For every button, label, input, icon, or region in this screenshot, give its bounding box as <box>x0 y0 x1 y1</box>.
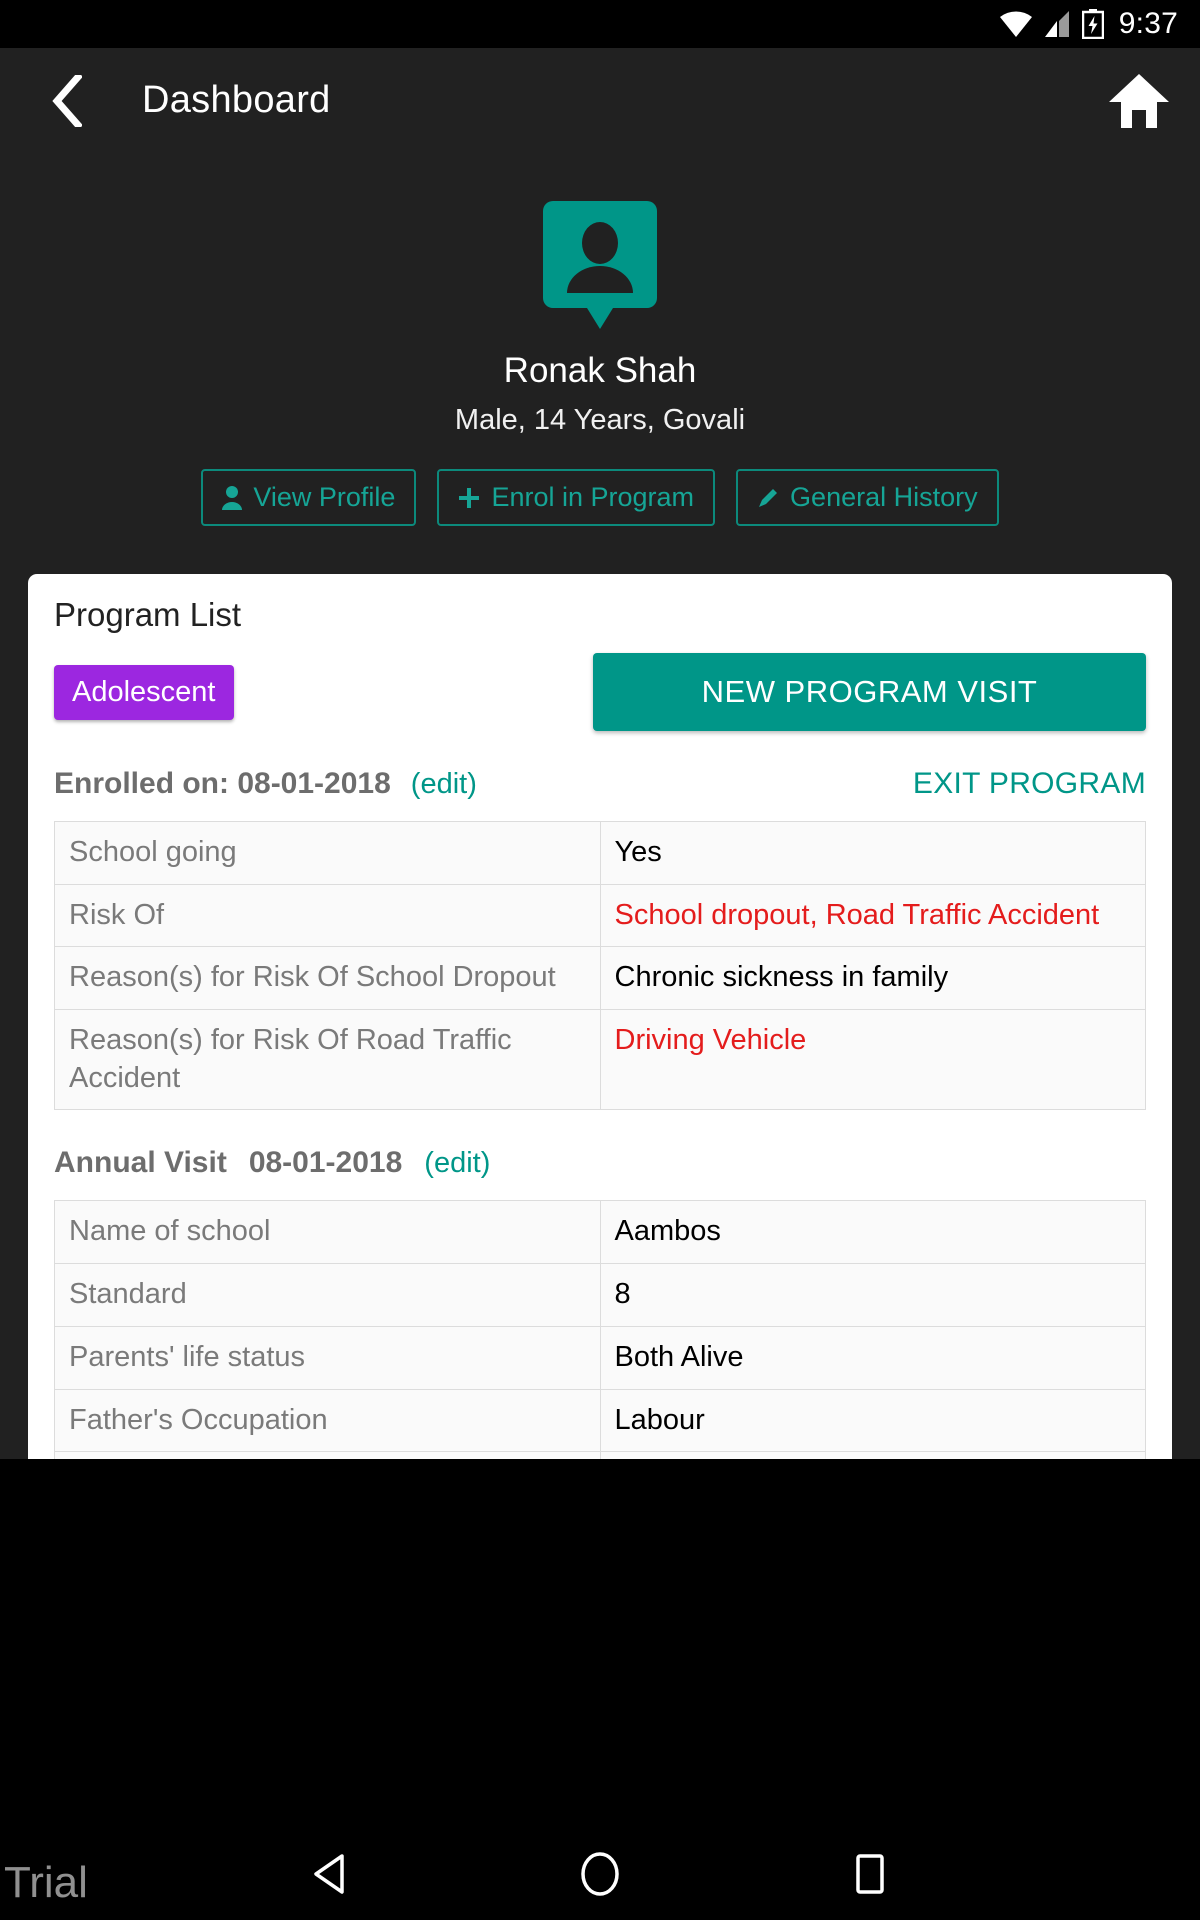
person-name: Ronak Shah <box>503 351 697 390</box>
status-badge: Adolescent <box>54 664 234 720</box>
battery-charging-icon <box>1081 9 1104 39</box>
row-key: Reason(s) for Risk Of Road Traffic Accid… <box>54 1009 601 1111</box>
program-badge-row: Adolescent NEW PROGRAM VISIT <box>54 653 1146 731</box>
enrol-in-program-label: Enrol in Program <box>491 482 695 512</box>
table-row: Parents' life status Both Alive <box>54 1325 1146 1390</box>
enrollment-table: School going Yes Risk Of School dropout,… <box>54 821 1146 1111</box>
annual-visit-row: Annual Visit 08-01-2018 (edit) <box>54 1146 1146 1180</box>
program-list-card: Program List Adolescent NEW PROGRAM VISI… <box>28 574 1172 1459</box>
row-value: Driving Vehicle <box>599 1009 1146 1111</box>
view-profile-label: View Profile <box>253 482 396 512</box>
pencil-icon <box>757 487 779 509</box>
table-row: Name of school Aambos <box>54 1200 1146 1265</box>
row-value: 8 <box>599 1263 1146 1327</box>
status-bar: 9:37 <box>0 0 1200 48</box>
row-value: Both Alive <box>599 1325 1146 1390</box>
profile-actions: View Profile Enrol in Program General Hi… <box>0 469 1200 526</box>
home-circle-icon[interactable] <box>565 1839 635 1909</box>
person-pin-icon <box>543 201 657 335</box>
table-row: Father's Occupation Labour <box>54 1388 1146 1453</box>
person-icon <box>222 485 243 510</box>
new-program-visit-button[interactable]: NEW PROGRAM VISIT <box>593 653 1146 731</box>
row-value: Yes <box>599 821 1146 885</box>
annual-visit-title: Annual Visit <box>54 1146 227 1180</box>
row-key: Parents' life status <box>54 1325 601 1390</box>
row-key: Father's Occupation <box>54 1388 601 1453</box>
row-value: Aambos <box>599 1200 1146 1265</box>
table-row: School going Yes <box>54 821 1146 885</box>
table-row: Reason(s) for Risk Of Road Traffic Accid… <box>54 1009 1146 1111</box>
person-meta: Male, 14 Years, Govali <box>454 404 746 436</box>
plus-icon <box>458 487 480 509</box>
enrolled-edit-link[interactable]: (edit) <box>411 768 477 801</box>
annual-visit-date: 08-01-2018 <box>248 1146 403 1180</box>
row-key: Name of school <box>54 1200 601 1265</box>
row-value: Tobacco <box>599 1451 1146 1459</box>
home-icon[interactable] <box>1108 70 1170 132</box>
wifi-icon <box>999 11 1032 37</box>
table-row: Risk Of School dropout, Road Traffic Acc… <box>54 883 1146 948</box>
back-triangle-icon[interactable] <box>295 1839 365 1909</box>
enrolled-on-label: Enrolled on: 08-01-2018 <box>54 767 391 800</box>
annual-visit-edit-link[interactable]: (edit) <box>424 1147 490 1180</box>
profile-hero: Ronak Shah Male, 14 Years, Govali View P… <box>0 153 1200 574</box>
page-title: Dashboard <box>142 79 331 121</box>
general-history-label: General History <box>790 482 978 512</box>
trial-watermark: Trial <box>4 1858 88 1907</box>
row-key: Reason(s) for Risk Of School Dropout <box>54 946 601 1011</box>
android-nav-bar: Trial <box>0 1828 1200 1920</box>
recents-square-icon[interactable] <box>835 1839 905 1909</box>
dashboard-scroll-area[interactable]: Program List Adolescent NEW PROGRAM VISI… <box>0 574 1200 1459</box>
program-list-title: Program List <box>54 596 242 633</box>
chevron-left-icon[interactable] <box>52 74 96 128</box>
exit-program-link[interactable]: EXIT PROGRAM <box>913 767 1146 801</box>
general-history-button[interactable]: General History <box>736 469 999 526</box>
row-key: Risk Of <box>54 883 601 948</box>
row-value: Labour <box>599 1388 1146 1453</box>
view-profile-button[interactable]: View Profile <box>201 469 417 526</box>
row-value: School dropout, Road Traffic Accident <box>599 883 1146 948</box>
row-key: Father's Addiction <box>54 1451 601 1459</box>
status-clock: 9:37 <box>1118 7 1178 40</box>
row-key: School going <box>54 821 601 885</box>
app-bar: Dashboard <box>0 48 1200 153</box>
annual-visit-table: Name of school Aambos Standard 8 Parents' li… <box>54 1200 1146 1459</box>
row-value: Chronic sickness in family <box>599 946 1146 1011</box>
table-row: Standard 8 <box>54 1263 1146 1327</box>
cell-signal-icon <box>1043 11 1071 37</box>
enrol-in-program-button[interactable]: Enrol in Program <box>437 469 716 526</box>
table-row: Father's AddictionTobacco <box>54 1451 1146 1459</box>
enrollment-row: Enrolled on: 08-01-2018 (edit) EXIT PROG… <box>54 767 1146 801</box>
row-key: Standard <box>54 1263 601 1327</box>
table-row: Reason(s) for Risk Of School Dropout Chr… <box>54 946 1146 1011</box>
